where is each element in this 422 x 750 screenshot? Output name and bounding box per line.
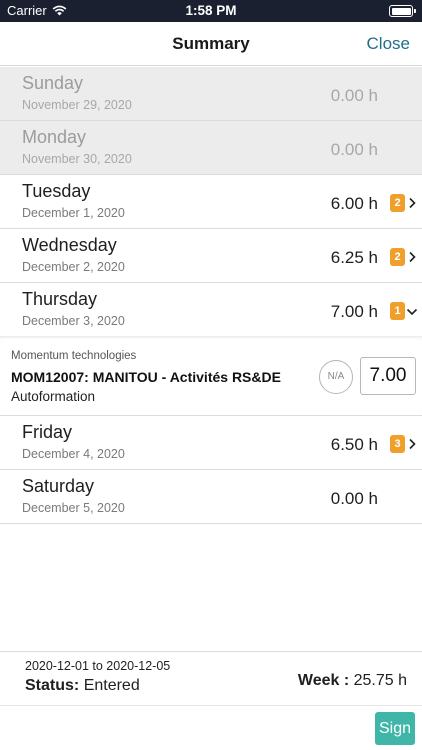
- day-row-saturday[interactable]: Saturday December 5, 2020 0.00 h: [0, 470, 422, 524]
- day-date: December 4, 2020: [22, 447, 125, 461]
- day-hours: 0.00 h: [330, 140, 378, 159]
- day-name: Monday: [22, 127, 87, 147]
- page-title: Summary: [172, 34, 250, 53]
- navigation-bar: Summary Close: [0, 22, 422, 66]
- day-date: November 29, 2020: [22, 98, 132, 112]
- day-hours: 0.00 h: [330, 86, 378, 105]
- hours-field[interactable]: 7.00: [360, 357, 416, 395]
- task-name: Autoformation: [11, 389, 96, 404]
- chevron-right-icon: [409, 251, 416, 263]
- chevron-right-icon: [409, 197, 416, 209]
- entry-count-badge: 3: [390, 435, 405, 453]
- day-hours: 6.00 h: [330, 194, 378, 213]
- day-date: November 30, 2020: [22, 152, 132, 166]
- bottom-action-bar: Sign: [0, 705, 422, 750]
- chevron-right-icon: [409, 438, 416, 450]
- entry-count-badge: 2: [390, 248, 405, 266]
- day-name: Thursday: [22, 289, 98, 309]
- day-name: Friday: [22, 422, 73, 442]
- close-button[interactable]: Close: [367, 34, 410, 54]
- battery-icon: [389, 5, 416, 17]
- day-date: December 1, 2020: [22, 206, 125, 220]
- company-name: Momentum technologies: [11, 350, 137, 362]
- week-value: 25.75 h: [353, 672, 407, 689]
- day-row-tuesday[interactable]: Tuesday December 1, 2020 6.00 h 2: [0, 175, 422, 229]
- day-row-monday: Monday November 30, 2020 0.00 h: [0, 121, 422, 175]
- date-range: 2020-12-01 to 2020-12-05: [25, 659, 171, 673]
- project-name: MOM12007: MANITOU - Activités RS&DE: [11, 369, 281, 385]
- entry-count-badge: 1: [390, 302, 405, 320]
- day-hours: 0.00 h: [330, 489, 378, 508]
- day-row-sunday: Sunday November 29, 2020 0.00 h: [0, 67, 422, 121]
- day-name: Saturday: [22, 476, 95, 496]
- status-label: Status:: [25, 677, 80, 694]
- na-toggle-button[interactable]: N/A: [319, 360, 353, 394]
- week-summary: 2020-12-01 to 2020-12-05 Status: Entered…: [0, 651, 422, 705]
- day-row-wednesday[interactable]: Wednesday December 2, 2020 6.25 h 2: [0, 229, 422, 283]
- entry-count-badge: 2: [390, 194, 405, 212]
- day-hours: 7.00 h: [330, 302, 378, 321]
- day-date: December 5, 2020: [22, 501, 125, 515]
- day-name: Tuesday: [22, 181, 91, 201]
- day-row-friday[interactable]: Friday December 4, 2020 6.50 h 3: [0, 416, 422, 470]
- day-name: Wednesday: [22, 235, 117, 255]
- status-text: Status: Entered: [25, 677, 140, 695]
- chevron-down-icon: [406, 308, 418, 316]
- week-total: Week : 25.75 h: [298, 672, 407, 690]
- day-date: December 2, 2020: [22, 260, 125, 274]
- sign-button[interactable]: Sign: [375, 712, 415, 745]
- day-date: December 3, 2020: [22, 314, 125, 328]
- clock: 1:58 PM: [185, 3, 237, 18]
- day-name: Sunday: [22, 73, 84, 93]
- status-bar: Carrier 1:58 PM: [0, 0, 422, 22]
- time-entry-detail: Momentum technologies MOM12007: MANITOU …: [0, 336, 422, 416]
- day-hours: 6.50 h: [330, 435, 378, 454]
- day-row-thursday[interactable]: Thursday December 3, 2020 7.00 h 1: [0, 283, 422, 337]
- day-hours: 6.25 h: [330, 248, 378, 267]
- week-label: Week :: [297, 672, 350, 689]
- status-value: Entered: [83, 677, 140, 694]
